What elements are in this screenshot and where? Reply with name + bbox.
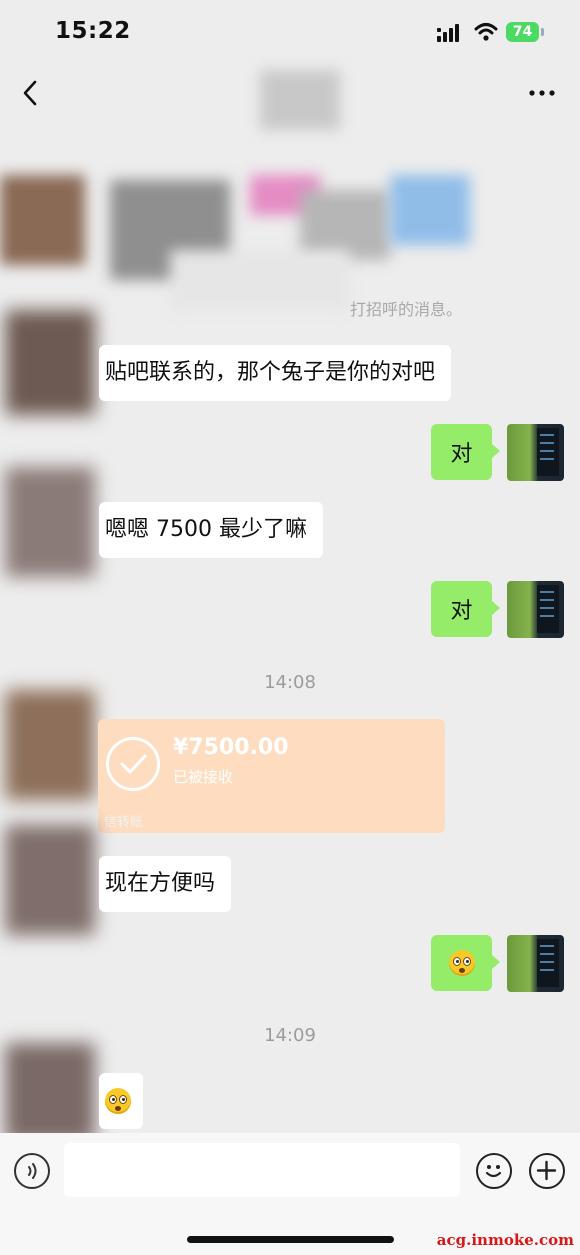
avatar-detail: [540, 953, 554, 955]
transfer-label: 信转账: [104, 815, 144, 830]
battery-tip: [541, 28, 544, 36]
avatar-detail: [540, 607, 554, 609]
contact-avatar[interactable]: [0, 462, 105, 582]
watermark: acg.inmoke.com: [436, 1231, 574, 1249]
received-check-icon: [106, 737, 160, 791]
self-avatar[interactable]: [507, 581, 564, 638]
redaction-scribble: [390, 175, 470, 245]
status-bar: 15:22 74: [0, 0, 580, 64]
wifi-icon: [474, 23, 498, 41]
system-note: 打招呼的消息。: [350, 300, 463, 319]
home-indicator[interactable]: [187, 1236, 394, 1243]
message-bubble-outgoing[interactable]: 对: [431, 581, 500, 637]
emoji-mouth: [115, 1106, 121, 1111]
avatar-detail: [540, 615, 554, 617]
avatar-detail: [540, 591, 554, 593]
astonished-face-icon: [105, 1088, 131, 1114]
back-chevron-icon[interactable]: [14, 76, 48, 110]
redaction-scribble: [5, 690, 95, 800]
emoji-eye: [452, 957, 461, 966]
emoji-eye: [109, 1095, 117, 1104]
message-bubble-incoming[interactable]: 贴吧联系的，那个兔子是你的对吧: [99, 345, 452, 401]
emoji-picker-icon[interactable]: [476, 1153, 512, 1189]
emoji-eye: [119, 1095, 127, 1104]
contact-avatar[interactable]: [0, 820, 105, 940]
self-avatar[interactable]: [507, 935, 564, 992]
contact-avatar[interactable]: [0, 305, 105, 425]
avatar-detail: [540, 969, 554, 971]
redaction-scribble: [5, 310, 95, 415]
astonished-face-icon: [448, 950, 475, 976]
message-bubble-outgoing[interactable]: [431, 935, 500, 991]
redaction-scribble: [5, 1043, 95, 1143]
more-options-icon[interactable]: [524, 78, 560, 108]
emoji-eye: [462, 957, 471, 966]
battery-level: 74: [512, 24, 533, 40]
cellular-signal-icon: [437, 24, 459, 42]
battery-indicator: 74: [506, 22, 539, 42]
voice-input-icon[interactable]: [14, 1153, 50, 1189]
transfer-amount: ¥7500.00: [173, 735, 289, 760]
add-attachment-icon[interactable]: [529, 1153, 565, 1189]
redaction-scribble: [5, 467, 95, 577]
message-bubble-incoming[interactable]: 嗯嗯 7500 最少了嘛: [99, 502, 323, 558]
message-bubble-incoming[interactable]: [99, 1073, 143, 1129]
avatar-detail: [540, 599, 554, 601]
redaction-scribble: [170, 250, 350, 310]
redaction-scribble: [0, 175, 85, 265]
transfer-card[interactable]: ¥7500.00 已被接收 信转账: [98, 719, 445, 833]
message-input[interactable]: [64, 1143, 460, 1197]
status-time: 15:22: [55, 18, 131, 44]
message-bubble-outgoing[interactable]: 对: [431, 424, 500, 480]
redaction-scribble: [5, 825, 95, 935]
avatar-detail: [540, 945, 554, 947]
emoji-mouth: [458, 968, 465, 973]
avatar-detail: [540, 458, 554, 460]
avatar-detail: [540, 450, 554, 452]
avatar-detail: [540, 434, 554, 436]
avatar-detail: [540, 961, 554, 963]
chat-input-bar: acg.inmoke.com: [0, 1133, 580, 1255]
transfer-status: 已被接收: [173, 768, 234, 786]
avatar-detail: [540, 442, 554, 444]
redaction-scribble: [260, 70, 340, 130]
self-avatar[interactable]: [507, 424, 564, 481]
contact-avatar[interactable]: [0, 685, 105, 805]
message-bubble-incoming[interactable]: 现在方便吗: [99, 856, 232, 912]
